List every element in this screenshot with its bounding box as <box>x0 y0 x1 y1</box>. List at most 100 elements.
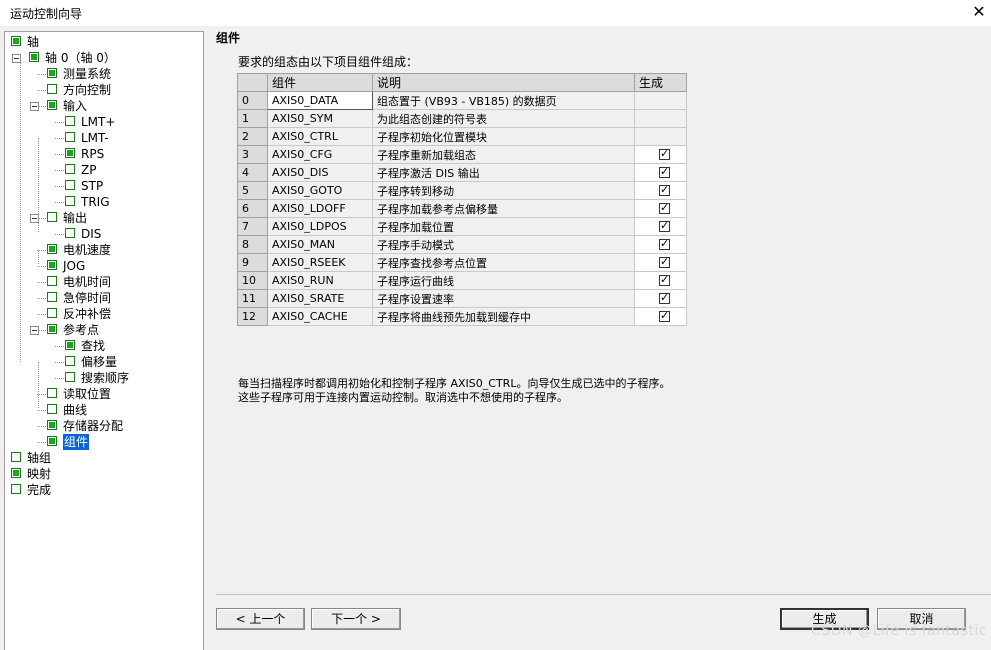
component-name[interactable]: AXIS0_LDPOS <box>267 217 373 236</box>
tree-item[interactable]: 曲线 <box>5 402 201 418</box>
close-icon[interactable]: ✕ <box>967 2 991 22</box>
generate-cell[interactable] <box>634 199 687 218</box>
tree-connector <box>55 378 64 379</box>
tree-item[interactable]: 查找 <box>5 338 201 354</box>
component-name[interactable]: AXIS0_GOTO <box>267 181 373 200</box>
generate-checkbox[interactable] <box>659 237 670 251</box>
tree-checkbox-icon <box>47 292 57 302</box>
generate-checkbox[interactable] <box>659 147 670 161</box>
header-generate: 生成 <box>634 73 687 92</box>
generate-cell[interactable] <box>634 181 687 200</box>
tree-item[interactable]: 偏移量 <box>5 354 201 370</box>
generate-checkbox[interactable] <box>659 201 670 215</box>
tree-item-label: 读取位置 <box>63 387 112 401</box>
collapse-icon[interactable] <box>30 102 39 111</box>
navigation-tree[interactable]: 轴轴 0（轴 0） 测量系统方向控制输入 LMT+ LMT- RPS ZP STP TRIG 输… <box>4 31 204 650</box>
table-row[interactable]: 5 AXIS0_GOTO 子程序转到移动 <box>237 181 687 200</box>
generate-cell[interactable] <box>634 271 687 290</box>
prev-button[interactable]: < 上一个 <box>216 608 305 630</box>
tree-item[interactable]: RPS <box>5 146 201 162</box>
table-row[interactable]: 0 AXIS0_DATA 组态置于 (VB93 - VB185) 的数据页 <box>237 91 687 110</box>
component-name[interactable]: AXIS0_DIS <box>267 163 373 182</box>
generate-cell[interactable] <box>634 217 687 236</box>
tree-item[interactable]: 参考点 <box>5 322 201 338</box>
tree-item[interactable]: 完成 <box>5 482 201 498</box>
generate-cell[interactable] <box>634 235 687 254</box>
tree-checkbox-icon <box>11 468 21 478</box>
generate-cell[interactable] <box>634 145 687 164</box>
tree-checkbox-icon <box>47 404 57 414</box>
tree-item[interactable]: 电机速度 <box>5 242 201 258</box>
tree-connector <box>55 186 64 187</box>
table-row[interactable]: 12 AXIS0_CACHE 子程序将曲线预先加载到缓存中 <box>237 307 687 326</box>
generate-checkbox[interactable] <box>659 255 670 269</box>
tree-item[interactable]: ZP <box>5 162 201 178</box>
tree-connector <box>55 170 64 171</box>
tree-item[interactable]: STP <box>5 178 201 194</box>
tree-item-label: 测量系统 <box>63 67 112 81</box>
tree-item-label: 轴组 <box>27 451 52 465</box>
tree-item[interactable]: 组件 <box>5 434 201 450</box>
component-name[interactable]: AXIS0_SRATE <box>267 289 373 308</box>
tree-item[interactable]: 搜索顺序 <box>5 370 201 386</box>
table-row[interactable]: 3 AXIS0_CFG 子程序重新加载组态 <box>237 145 687 164</box>
table-row[interactable]: 11 AXIS0_SRATE 子程序设置速率 <box>237 289 687 308</box>
tree-item[interactable]: 读取位置 <box>5 386 201 402</box>
table-row[interactable]: 10 AXIS0_RUN 子程序运行曲线 <box>237 271 687 290</box>
table-row[interactable]: 1 AXIS0_SYM 为此组态创建的符号表 <box>237 109 687 128</box>
tree-item[interactable]: 测量系统 <box>5 66 201 82</box>
generate-checkbox[interactable] <box>659 165 670 179</box>
generate-checkbox[interactable] <box>659 273 670 287</box>
tree-item[interactable]: 反冲补偿 <box>5 306 201 322</box>
tree-item-label: 输入 <box>63 99 88 113</box>
table-row[interactable]: 6 AXIS0_LDOFF 子程序加载参考点偏移量 <box>237 199 687 218</box>
tree-item[interactable]: 方向控制 <box>5 82 201 98</box>
tree-item[interactable]: 急停时间 <box>5 290 201 306</box>
tree-item[interactable]: TRIG <box>5 194 201 210</box>
component-name[interactable]: AXIS0_RUN <box>267 271 373 290</box>
tree-item[interactable]: LMT- <box>5 130 201 146</box>
generate-checkbox[interactable] <box>659 219 670 233</box>
tree-item[interactable]: 存储器分配 <box>5 418 201 434</box>
generate-cell[interactable] <box>634 163 687 182</box>
tree-item[interactable]: 轴 0（轴 0） <box>5 50 201 66</box>
component-name[interactable]: AXIS0_CTRL <box>267 127 373 146</box>
tree-item[interactable]: 输出 <box>5 210 201 226</box>
table-row[interactable]: 7 AXIS0_LDPOS 子程序加载位置 <box>237 217 687 236</box>
component-name[interactable]: AXIS0_DATA <box>267 91 373 110</box>
tree-item[interactable]: 映射 <box>5 466 201 482</box>
tree-checkbox-icon <box>11 36 21 46</box>
component-name[interactable]: AXIS0_MAN <box>267 235 373 254</box>
table-row[interactable]: 8 AXIS0_MAN 子程序手动模式 <box>237 235 687 254</box>
tree-item-label: 方向控制 <box>63 83 112 97</box>
next-button[interactable]: 下一个 > <box>311 608 401 630</box>
tree-item-label: DIS <box>81 227 102 241</box>
tree-item[interactable]: 输入 <box>5 98 201 114</box>
tree-item-label: 参考点 <box>63 323 100 337</box>
tree-item-label: 曲线 <box>63 403 88 417</box>
tree-connector <box>55 122 64 123</box>
tree-checkbox-icon <box>65 340 75 350</box>
tree-item[interactable]: JOG <box>5 258 201 274</box>
tree-item[interactable]: 轴 <box>5 34 201 50</box>
generate-cell[interactable] <box>634 253 687 272</box>
tree-item[interactable]: 电机时间 <box>5 274 201 290</box>
tree-item[interactable]: LMT+ <box>5 114 201 130</box>
generate-checkbox[interactable] <box>659 183 670 197</box>
collapse-icon[interactable] <box>30 326 39 335</box>
table-row[interactable]: 4 AXIS0_DIS 子程序激活 DIS 输出 <box>237 163 687 182</box>
generate-checkbox[interactable] <box>659 291 670 305</box>
generate-checkbox[interactable] <box>659 309 670 323</box>
component-name[interactable]: AXIS0_CACHE <box>267 307 373 326</box>
generate-cell[interactable] <box>634 307 687 326</box>
component-explanation: 子程序转到移动 <box>372 181 635 200</box>
tree-item[interactable]: 轴组 <box>5 450 201 466</box>
component-name[interactable]: AXIS0_SYM <box>267 109 373 128</box>
component-name[interactable]: AXIS0_RSEEK <box>267 253 373 272</box>
component-name[interactable]: AXIS0_CFG <box>267 145 373 164</box>
generate-cell[interactable] <box>634 289 687 308</box>
tree-item[interactable]: DIS <box>5 226 201 242</box>
table-row[interactable]: 9 AXIS0_RSEEK 子程序查找参考点位置 <box>237 253 687 272</box>
table-row[interactable]: 2 AXIS0_CTRL 子程序初始化位置模块 <box>237 127 687 146</box>
component-name[interactable]: AXIS0_LDOFF <box>267 199 373 218</box>
